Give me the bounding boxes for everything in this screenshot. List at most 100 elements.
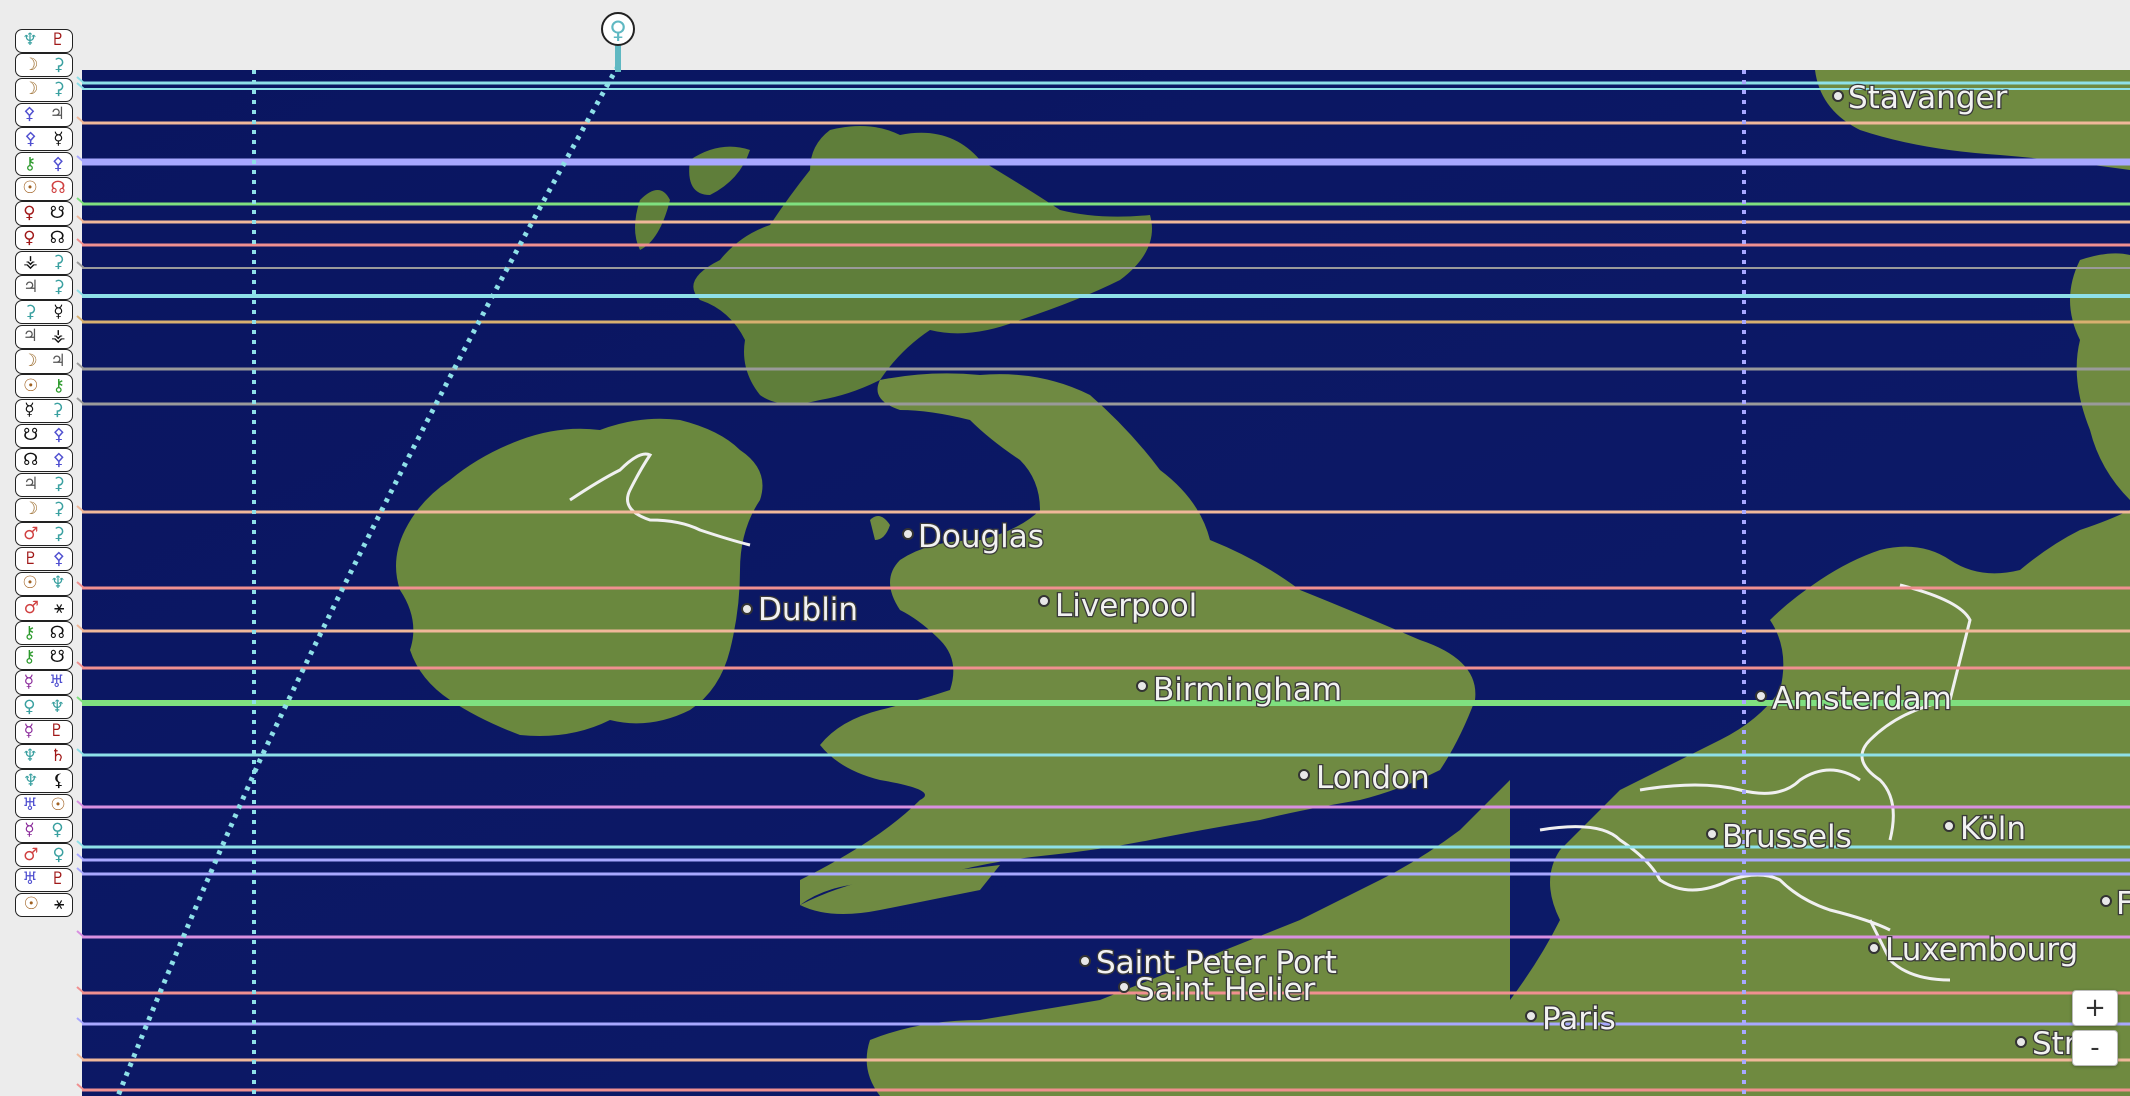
- aspect-pair-item[interactable]: ♅ ♇: [15, 867, 73, 893]
- planet-glyph-icon: ☊: [23, 449, 39, 470]
- planet-glyph-icon: ⚹: [54, 597, 65, 618]
- planet-glyph-icon: ⚴: [52, 449, 65, 470]
- aspect-pair-item[interactable]: ♃ ⚳: [15, 275, 73, 300]
- aspect-pair-item[interactable]: ☿ ♇: [15, 719, 73, 744]
- planet-glyph-icon: ♀: [23, 202, 36, 223]
- svg-text:F: F: [2116, 886, 2130, 922]
- planet-glyph-icon: ⚴: [24, 128, 37, 149]
- astro-map[interactable]: Stavanger Douglas Dublin Liverpool Birmi…: [0, 0, 2130, 1096]
- aspect-pair-item[interactable]: ♆ ⚸: [15, 769, 73, 794]
- planet-glyph-icon: ♃: [49, 104, 65, 125]
- aspect-pair-item[interactable]: ☽ ⚳: [15, 53, 73, 78]
- city-saint-helier: Saint Helier: [1118, 971, 1317, 1009]
- svg-text:Amsterdam: Amsterdam: [1772, 681, 1952, 717]
- aspect-pair-item[interactable]: ♀ ☋: [15, 201, 73, 226]
- aspect-legend: ♆ ♇ ☽ ⚳ ☽ ⚳ ⚴ ♃ ⚴ ☿ ⚷ ⚴ ☉ ☊ ♀ ☋ ♀ ☊ ⚶ ⚳ ♃ ⚳ ⚳ ☿ ♃ ⚶ ☽ ♃ ☉ ⚷ ☿ ⚳ ☋ ⚴ ☊ ⚴ ♃ ⚳ ☽ ⚳…: [15, 28, 77, 917]
- aspect-pair-item[interactable]: ♀ ♆: [15, 695, 73, 720]
- aspect-pair-item[interactable]: ☿ ♀: [15, 818, 73, 843]
- aspect-pair-item[interactable]: ☽ ♃: [15, 349, 73, 374]
- aspect-pair-item[interactable]: ♇ ⚴: [15, 546, 73, 572]
- aspect-pair-item[interactable]: ♂ ⚳: [15, 522, 73, 547]
- planet-glyph-icon: ⚳: [52, 523, 65, 544]
- planet-glyph-icon: ☿: [23, 721, 35, 742]
- planet-glyph-icon: ♅: [22, 795, 38, 816]
- svg-text:Str: Str: [2032, 1026, 2077, 1062]
- planet-glyph-icon: ☊: [50, 178, 66, 199]
- planet-glyph-icon: ⚶: [23, 252, 38, 273]
- aspect-pair-item[interactable]: ♆ ♇: [15, 28, 73, 53]
- planet-glyph-icon: ⚶: [50, 326, 66, 347]
- planet-glyph-icon: ☊: [49, 622, 65, 643]
- aspect-pair-item[interactable]: ☉ ☊: [15, 176, 73, 201]
- svg-text:Liverpool: Liverpool: [1055, 588, 1197, 624]
- planet-glyph-icon: ⚴: [52, 425, 65, 446]
- aspect-pair-item[interactable]: ⚷ ☋: [15, 645, 73, 670]
- aspect-pair-item[interactable]: ♃ ⚶: [15, 324, 73, 349]
- planet-glyph-icon: ☽: [23, 54, 39, 75]
- aspect-pair-item[interactable]: ♂ ⚹: [15, 596, 73, 621]
- planet-glyph-icon: ☊: [49, 227, 65, 248]
- planet-glyph-icon: ♀: [23, 227, 36, 248]
- aspect-pair-item[interactable]: ♂ ♀: [15, 843, 73, 868]
- planet-glyph-icon: ☿: [53, 128, 64, 149]
- svg-text:London: London: [1316, 760, 1430, 796]
- planet-glyph-icon: ⚷: [52, 375, 65, 396]
- svg-text:Brussels: Brussels: [1722, 819, 1852, 855]
- planet-glyph-icon: ♆: [23, 770, 39, 791]
- svg-text:Paris: Paris: [1542, 1001, 1616, 1037]
- aspect-pair-item[interactable]: ☽ ⚳: [15, 497, 73, 522]
- venus-marker[interactable]: ♀: [601, 12, 635, 46]
- planet-glyph-icon: ☋: [49, 202, 65, 223]
- planet-glyph-icon: ♇: [49, 721, 65, 742]
- planet-glyph-icon: ♂: [23, 844, 39, 865]
- planet-glyph-icon: ⚸: [52, 770, 65, 791]
- aspect-pair-item[interactable]: ☉ ⚹: [15, 892, 73, 917]
- venus-icon: ♀: [609, 16, 627, 44]
- aspect-pair-item[interactable]: ♅ ☉: [15, 793, 73, 818]
- planet-glyph-icon: ♆: [49, 696, 65, 717]
- aspect-pair-item[interactable]: ⚴ ☿: [15, 127, 73, 152]
- planet-glyph-icon: ♄: [50, 746, 66, 767]
- aspect-pair-item[interactable]: ♀ ☊: [15, 226, 73, 251]
- aspect-pair-item[interactable]: ☋ ⚴: [15, 423, 73, 448]
- planet-glyph-icon: ⚴: [52, 548, 65, 569]
- aspect-pair-item[interactable]: ☽ ⚳: [15, 77, 73, 103]
- aspect-pair-item[interactable]: ⚴ ♃: [15, 102, 73, 127]
- planet-glyph-icon: ☽: [23, 79, 39, 100]
- planet-glyph-icon: ♀: [51, 820, 64, 841]
- aspect-pair-item[interactable]: ⚶ ⚳: [15, 250, 73, 275]
- aspect-pair-item[interactable]: ☿ ⚳: [15, 398, 73, 423]
- svg-text:Stavanger: Stavanger: [1848, 80, 2008, 116]
- planet-glyph-icon: ☉: [50, 795, 66, 816]
- aspect-pair-item[interactable]: ⚷ ⚴: [15, 151, 73, 177]
- planet-glyph-icon: ♂: [23, 597, 39, 618]
- planet-glyph-icon: ♆: [22, 30, 38, 51]
- aspect-pair-item[interactable]: ♆ ♄: [15, 744, 73, 769]
- svg-text:Köln: Köln: [1960, 811, 2026, 847]
- planet-glyph-icon: ⚳: [52, 252, 65, 273]
- planet-glyph-icon: ☉: [23, 375, 39, 396]
- aspect-pair-item[interactable]: ☊ ⚴: [15, 448, 73, 473]
- city-dublin: Dublin: [741, 591, 859, 629]
- svg-text:Luxembourg: Luxembourg: [1885, 932, 2078, 968]
- aspect-pair-item[interactable]: ♃ ⚳: [15, 472, 73, 498]
- svg-text:Birmingham: Birmingham: [1153, 672, 1342, 708]
- aspect-pair-item[interactable]: ☿ ♅: [15, 670, 73, 695]
- planet-glyph-icon: ☋: [49, 647, 65, 668]
- zoom-in-button[interactable]: +: [2072, 990, 2118, 1026]
- aspect-pair-item[interactable]: ☉ ♆: [15, 571, 73, 596]
- zoom-out-button[interactable]: -: [2072, 1030, 2118, 1066]
- city-london: London: [1298, 759, 1431, 797]
- planet-glyph-icon: ☋: [23, 425, 39, 446]
- planet-glyph-icon: ⚷: [23, 153, 37, 174]
- planet-glyph-icon: ♃: [22, 326, 38, 347]
- planet-glyph-icon: ⚴: [51, 153, 65, 174]
- city-amsterdam: Amsterdam: [1755, 680, 1953, 718]
- planet-glyph-icon: ☉: [23, 894, 39, 915]
- aspect-pair-item[interactable]: ☉ ⚷: [15, 374, 73, 399]
- planet-glyph-icon: ♆: [22, 746, 38, 767]
- aspect-pair-item[interactable]: ⚷ ☊: [15, 621, 73, 646]
- planet-glyph-icon: ♅: [49, 671, 65, 692]
- aspect-pair-item[interactable]: ⚳ ☿: [15, 300, 73, 325]
- planet-glyph-icon: ♀: [52, 844, 65, 865]
